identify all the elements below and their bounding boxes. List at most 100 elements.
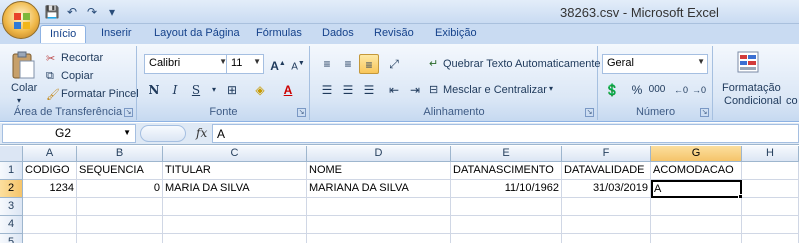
- cell-f1[interactable]: DATAVALIDADE: [562, 162, 651, 180]
- column-header-a[interactable]: A: [23, 146, 77, 162]
- tab-formulas[interactable]: Fórmulas: [256, 27, 302, 39]
- tab-exibicao[interactable]: Exibição: [435, 27, 477, 39]
- align-bottom-icon[interactable]: ≡: [359, 54, 379, 74]
- row-header-2[interactable]: 2: [0, 180, 23, 198]
- cell-d5[interactable]: [307, 234, 451, 243]
- font-size-select[interactable]: 11 ▼: [226, 54, 264, 74]
- tab-layout[interactable]: Layout da Página: [154, 27, 240, 39]
- cell-d2[interactable]: MARIANA DA SILVA: [307, 180, 451, 198]
- font-launcher-icon[interactable]: ↘: [297, 108, 306, 117]
- italic-button[interactable]: I: [165, 80, 185, 100]
- merge-center-button[interactable]: Mesclar e Centralizar: [443, 84, 547, 96]
- decrease-indent-icon[interactable]: ⇤: [384, 80, 404, 100]
- cell-g1[interactable]: ACOMODACAO: [651, 162, 742, 180]
- cell-e3[interactable]: [451, 198, 562, 216]
- cell-d4[interactable]: [307, 216, 451, 234]
- format-painter-button[interactable]: Formatar Pincel: [61, 88, 139, 100]
- cell-e2[interactable]: 11/10/1962: [451, 180, 562, 198]
- cell-e1[interactable]: DATANASCIMENTO: [451, 162, 562, 180]
- cell-c2[interactable]: MARIA DA SILVA: [163, 180, 307, 198]
- shrink-font-button[interactable]: A▼: [288, 54, 308, 74]
- cell-a2[interactable]: 1234: [23, 180, 77, 198]
- cell-d1[interactable]: NOME: [307, 162, 451, 180]
- align-center-icon[interactable]: ☰: [338, 80, 358, 100]
- column-header-c[interactable]: C: [163, 146, 307, 162]
- number-launcher-icon[interactable]: ↘: [700, 108, 709, 117]
- increase-indent-icon[interactable]: ⇥: [405, 80, 425, 100]
- decrease-decimal-icon[interactable]: →0: [689, 80, 709, 100]
- cell-c5[interactable]: [163, 234, 307, 243]
- cell-b2[interactable]: 0: [77, 180, 163, 198]
- conditional-formatting-line1[interactable]: Formatação: [722, 82, 781, 94]
- insert-function-icon[interactable]: fx: [196, 126, 207, 140]
- column-header-f[interactable]: F: [562, 146, 651, 162]
- fill-color-icon[interactable]: ◈: [250, 80, 270, 100]
- cell-h1[interactable]: [742, 162, 799, 180]
- underline-dropdown-icon[interactable]: ▾: [204, 80, 224, 100]
- cell-a1[interactable]: CODIGO: [23, 162, 77, 180]
- cell-g3[interactable]: [651, 198, 742, 216]
- tab-dados[interactable]: Dados: [322, 27, 354, 39]
- underline-button[interactable]: S: [186, 80, 206, 100]
- paste-dropdown-icon[interactable]: ▾: [17, 96, 21, 105]
- wrap-text-button[interactable]: Quebrar Texto Automaticamente: [443, 58, 601, 70]
- office-button[interactable]: [2, 1, 40, 39]
- cell-g4[interactable]: [651, 216, 742, 234]
- cell-a3[interactable]: [23, 198, 77, 216]
- cell-h2[interactable]: [742, 180, 799, 198]
- tab-inserir[interactable]: Inserir: [101, 27, 132, 39]
- cell-b3[interactable]: [77, 198, 163, 216]
- cell-e4[interactable]: [451, 216, 562, 234]
- cell-b4[interactable]: [77, 216, 163, 234]
- thousands-button[interactable]: 000: [647, 80, 667, 100]
- column-header-d[interactable]: D: [307, 146, 451, 162]
- customize-icon[interactable]: ▾: [104, 4, 120, 20]
- currency-icon[interactable]: 💲: [602, 80, 622, 100]
- grow-font-button[interactable]: A▲: [268, 54, 288, 74]
- paste-button[interactable]: Colar: [11, 82, 37, 94]
- tab-inicio[interactable]: Início: [40, 25, 87, 43]
- align-top-icon[interactable]: ≡: [317, 54, 337, 74]
- percent-button[interactable]: %: [627, 80, 647, 100]
- cell-h3[interactable]: [742, 198, 799, 216]
- cell-c1[interactable]: TITULAR: [163, 162, 307, 180]
- align-right-icon[interactable]: ☰: [359, 80, 379, 100]
- bold-button[interactable]: N: [144, 80, 164, 100]
- cell-f2[interactable]: 31/03/2019: [562, 180, 651, 198]
- select-all-corner[interactable]: [0, 146, 23, 162]
- column-header-b[interactable]: B: [77, 146, 163, 162]
- cell-f4[interactable]: [562, 216, 651, 234]
- cell-f5[interactable]: [562, 234, 651, 243]
- increase-decimal-icon[interactable]: ←0: [671, 80, 691, 100]
- cell-h5[interactable]: [742, 234, 799, 243]
- merge-dropdown-icon[interactable]: ▾: [549, 84, 553, 93]
- align-left-icon[interactable]: ☰: [317, 80, 337, 100]
- undo-icon[interactable]: ↶: [64, 4, 80, 20]
- align-middle-icon[interactable]: ≡: [338, 54, 358, 74]
- copy-button[interactable]: Copiar: [61, 70, 93, 82]
- column-header-e[interactable]: E: [451, 146, 562, 162]
- cell-g2[interactable]: A: [651, 180, 742, 198]
- clipboard-launcher-icon[interactable]: ↘: [124, 108, 133, 117]
- cut-button[interactable]: Recortar: [61, 52, 103, 64]
- name-box[interactable]: G2 ▼: [2, 124, 136, 143]
- borders-icon[interactable]: ⊞: [222, 80, 242, 100]
- redo-icon[interactable]: ↷: [84, 4, 100, 20]
- column-header-g[interactable]: G: [651, 146, 742, 162]
- alignment-launcher-icon[interactable]: ↘: [585, 108, 594, 117]
- column-header-h[interactable]: H: [742, 146, 799, 162]
- font-name-select[interactable]: Calibri ▼: [144, 54, 230, 74]
- tab-revisao[interactable]: Revisão: [374, 27, 414, 39]
- formula-input[interactable]: A: [212, 124, 799, 143]
- cell-d3[interactable]: [307, 198, 451, 216]
- number-format-select[interactable]: Geral ▼: [602, 54, 708, 74]
- conditional-formatting-line2[interactable]: Condicional: [724, 95, 781, 107]
- formula-bar-handle[interactable]: [140, 125, 186, 142]
- cell-e5[interactable]: [451, 234, 562, 243]
- cell-a5[interactable]: [23, 234, 77, 243]
- cell-b1[interactable]: SEQUENCIA: [77, 162, 163, 180]
- format-as-table-partial[interactable]: co: [786, 95, 798, 107]
- orientation-icon[interactable]: ⤢: [384, 54, 404, 74]
- font-color-icon[interactable]: A: [278, 80, 298, 100]
- save-icon[interactable]: 💾: [44, 4, 60, 20]
